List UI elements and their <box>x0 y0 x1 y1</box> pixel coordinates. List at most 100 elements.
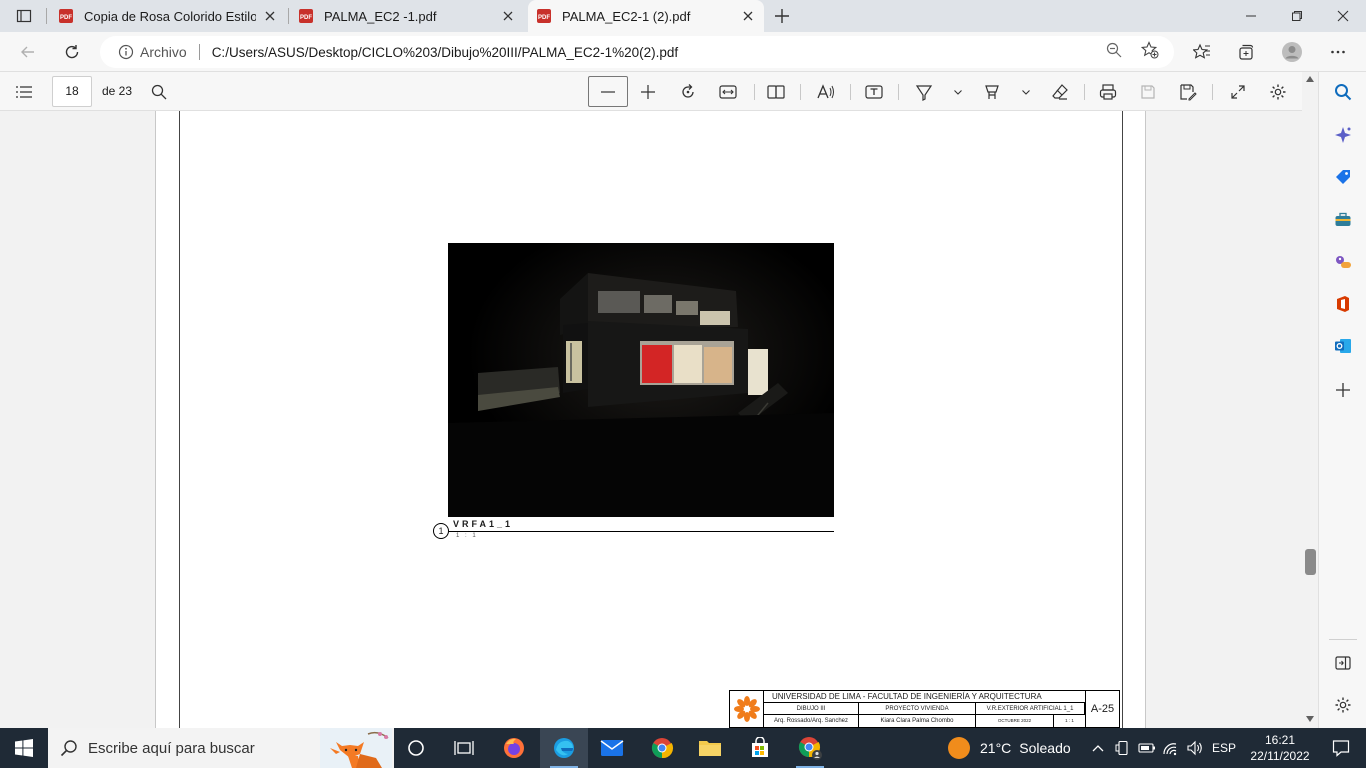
svg-text:PDF: PDF <box>60 15 72 21</box>
new-tab-button[interactable] <box>770 4 794 28</box>
sidebar-copilot-button[interactable] <box>1331 123 1355 147</box>
tab-close-icon[interactable] <box>500 8 516 24</box>
page-view-button[interactable] <box>762 78 790 106</box>
zoom-in-button[interactable] <box>634 78 662 106</box>
save-as-icon <box>1180 84 1197 101</box>
tab-palma-ec2-1[interactable]: PDF PALMA_EC2 -1.pdf <box>290 0 524 32</box>
sidebar-settings-button[interactable] <box>1331 693 1355 717</box>
save-button[interactable] <box>1134 78 1162 106</box>
mail-app[interactable] <box>588 728 636 768</box>
fit-width-icon <box>719 85 737 99</box>
sidebar-shopping-button[interactable] <box>1331 165 1355 189</box>
start-button[interactable] <box>0 728 48 768</box>
printer-icon <box>1099 84 1117 100</box>
sidebar-office-button[interactable] <box>1331 292 1355 316</box>
taskbar-search[interactable]: Escribe aquí para buscar <box>48 728 394 768</box>
restore-button[interactable] <box>1274 0 1320 32</box>
tab-actions-icon <box>16 9 32 23</box>
info-icon[interactable] <box>118 44 134 60</box>
page-view-icon <box>767 85 785 99</box>
print-button[interactable] <box>1094 78 1122 106</box>
page-number-input[interactable]: 18 <box>52 76 92 107</box>
tab-close-icon[interactable] <box>262 8 278 24</box>
tray-device-button[interactable] <box>1112 728 1134 768</box>
close-window-button[interactable] <box>1320 0 1366 32</box>
pdf-settings-button[interactable] <box>1264 78 1292 106</box>
store-icon <box>752 737 768 757</box>
erase-button[interactable] <box>1046 78 1074 106</box>
input-language[interactable]: ESP <box>1212 728 1236 768</box>
collections-icon <box>1239 44 1254 60</box>
chrome-app[interactable] <box>638 728 686 768</box>
firefox-app[interactable] <box>490 728 538 768</box>
tab-canva[interactable]: PDF Copia de Rosa Colorido Estilo Se <box>50 0 286 32</box>
toolbar-separator <box>1212 84 1213 100</box>
fit-width-button[interactable] <box>714 78 742 106</box>
network-button[interactable] <box>1160 728 1182 768</box>
sidebar-hide-button[interactable] <box>1331 651 1355 675</box>
task-view-icon <box>454 741 474 755</box>
weather-temperature: 21°C <box>980 740 1012 756</box>
volume-button[interactable] <box>1184 728 1206 768</box>
site-info-label[interactable]: Archivo <box>140 44 187 60</box>
refresh-button[interactable] <box>58 38 86 66</box>
vertical-scrollbar[interactable] <box>1302 72 1318 728</box>
gear-icon <box>1335 697 1351 713</box>
chrome-profile-app[interactable] <box>786 728 834 768</box>
add-favorite-button[interactable] <box>1140 40 1160 60</box>
tab-close-icon[interactable] <box>740 8 756 24</box>
notifications-button[interactable] <box>1316 728 1366 768</box>
draw-button[interactable] <box>910 78 938 106</box>
fullscreen-button[interactable] <box>1224 78 1252 106</box>
scroll-up-icon[interactable] <box>1306 76 1314 82</box>
battery-button[interactable] <box>1136 728 1158 768</box>
zoom-out-button[interactable] <box>588 76 628 107</box>
sidebar-add-button[interactable] <box>1331 378 1355 402</box>
device-icon <box>1115 740 1128 756</box>
highlight-button[interactable] <box>978 78 1006 106</box>
scrollbar-thumb[interactable] <box>1305 549 1316 575</box>
taskbar-clock[interactable]: 16:21 22/11/2022 <box>1244 732 1316 764</box>
highlight-options-dropdown[interactable] <box>1012 78 1040 106</box>
store-app[interactable] <box>736 728 784 768</box>
cortana-button[interactable] <box>392 728 440 768</box>
minimize-button[interactable] <box>1228 0 1274 32</box>
view-scale: 1 : 1 <box>456 533 478 539</box>
zoom-button[interactable] <box>1104 40 1124 60</box>
rotate-button[interactable] <box>674 78 702 106</box>
pdf-viewer[interactable]: 1 VRFA1_1 1 : 1 UNIVERSIDAD DE LIMA - FA… <box>0 111 1302 728</box>
table-of-contents-button[interactable] <box>10 78 38 106</box>
address-bar[interactable]: Archivo C:/Users/ASUS/Desktop/CICLO%203/… <box>100 36 1174 68</box>
weather-widget[interactable]: 21°C Soleado <box>948 728 1071 768</box>
title-block: UNIVERSIDAD DE LIMA - FACULTAD DE INGENI… <box>729 690 1120 728</box>
sparkle-icon <box>1335 127 1351 143</box>
sidebar-search-button[interactable] <box>1331 80 1355 104</box>
weather-condition: Soleado <box>1019 740 1071 756</box>
url-text[interactable]: C:/Users/ASUS/Desktop/CICLO%203/Dibujo%2… <box>212 45 678 60</box>
save-as-button[interactable] <box>1174 78 1202 106</box>
scroll-down-icon[interactable] <box>1306 716 1314 722</box>
favorites-icon <box>1193 43 1210 59</box>
profile-button[interactable] <box>1279 39 1305 65</box>
edge-app[interactable] <box>540 728 588 768</box>
tab-palma-ec2-1-2[interactable]: PDF PALMA_EC2-1 (2).pdf <box>528 0 764 32</box>
sidebar-tools-button[interactable] <box>1331 208 1355 232</box>
settings-more-button[interactable] <box>1325 39 1351 65</box>
sidebar-outlook-button[interactable] <box>1331 334 1355 358</box>
collections-button[interactable] <box>1233 39 1259 65</box>
find-button[interactable] <box>145 78 173 106</box>
toolbar-separator <box>898 84 899 100</box>
tab-actions-button[interactable] <box>8 4 40 28</box>
draw-options-dropdown[interactable] <box>944 78 972 106</box>
add-text-button[interactable] <box>860 78 888 106</box>
folder-icon <box>699 741 721 756</box>
show-hidden-icons-button[interactable] <box>1088 728 1108 768</box>
favorites-button[interactable] <box>1189 39 1215 65</box>
house-render <box>448 243 834 517</box>
task-view-button[interactable] <box>440 728 488 768</box>
read-aloud-button[interactable] <box>812 78 840 106</box>
file-explorer-app[interactable] <box>686 728 734 768</box>
sidebar-games-button[interactable] <box>1331 250 1355 274</box>
edge-icon <box>554 738 574 758</box>
back-button[interactable] <box>14 38 42 66</box>
